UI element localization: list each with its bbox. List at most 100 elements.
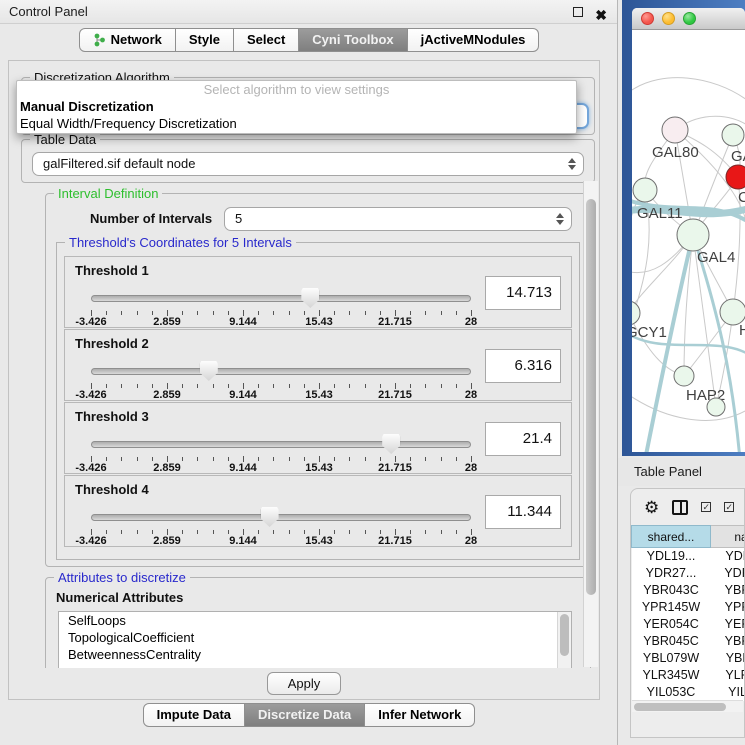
- threshold-value-field[interactable]: 21.4: [485, 422, 561, 456]
- threshold-slider[interactable]: -3.4262.8599.14415.4321.71528: [91, 287, 471, 325]
- table-cell[interactable]: YBR045C: [632, 633, 711, 650]
- table-cell[interactable]: YBR043C: [632, 582, 711, 599]
- tab-style[interactable]: Style: [176, 28, 234, 52]
- network-window[interactable]: GAL80GACGAL11GAL4GCY1HHAP2: [632, 8, 745, 452]
- table-cell[interactable]: YER054C: [632, 616, 711, 633]
- combo-stepper-icon: [556, 213, 564, 225]
- table-cell[interactable]: YLR3: [711, 667, 745, 684]
- column-header-name[interactable]: na: [711, 526, 745, 548]
- panel-scrollbar[interactable]: [583, 181, 598, 667]
- close-icon[interactable]: ✖: [595, 3, 607, 27]
- checkbox-icon[interactable]: ✓: [701, 502, 711, 512]
- table-hscrollbar[interactable]: [632, 700, 743, 712]
- slider-track[interactable]: [91, 295, 471, 302]
- network-node[interactable]: [722, 124, 744, 146]
- table-panel-titlebar: Table Panel: [618, 458, 745, 486]
- tab-select[interactable]: Select: [234, 28, 299, 52]
- threshold-slider[interactable]: -3.4262.8599.14415.4321.71528: [91, 360, 471, 398]
- window-close-icon[interactable]: [641, 12, 654, 25]
- tab-network[interactable]: Network: [79, 28, 176, 52]
- slider-track[interactable]: [91, 368, 471, 375]
- table-cell[interactable]: YBL0: [711, 650, 745, 667]
- tab-infer-network[interactable]: Infer Network: [365, 703, 475, 727]
- table-cell[interactable]: YDR27...: [632, 565, 711, 582]
- table-row[interactable]: YDR27...YDR2: [632, 565, 745, 582]
- table-cell[interactable]: YPR1: [711, 599, 745, 616]
- tab-discretize-data[interactable]: Discretize Data: [245, 703, 365, 727]
- table-row[interactable]: YDL19...YDL1: [632, 548, 745, 565]
- table-cell[interactable]: YDL1: [711, 548, 745, 565]
- panel-title: Control Panel: [9, 4, 88, 19]
- slider-thumb[interactable]: [261, 507, 279, 527]
- network-node[interactable]: [633, 178, 657, 202]
- threshold-slider[interactable]: -3.4262.8599.14415.4321.71528: [91, 433, 471, 471]
- table-cell[interactable]: YBL079W: [632, 650, 711, 667]
- network-node[interactable]: [677, 219, 709, 251]
- control-panel-titlebar: Control Panel ✖: [0, 0, 617, 24]
- threshold-slider[interactable]: -3.4262.8599.14415.4321.71528: [91, 506, 471, 544]
- table-cell[interactable]: YPR145W: [632, 599, 711, 616]
- table-cell[interactable]: YIL053C: [632, 684, 711, 701]
- attributes-group-label: Attributes to discretize: [54, 570, 190, 585]
- table-data-combobox[interactable]: galFiltered.sif default node: [32, 152, 584, 176]
- threshold-label: Threshold 4: [75, 482, 149, 497]
- table-row[interactable]: YBL079WYBL0: [632, 650, 745, 667]
- table-row[interactable]: YPR145WYPR1: [632, 599, 745, 616]
- thresholds-group-label: Threshold's Coordinates for 5 Intervals: [65, 235, 296, 250]
- table-row[interactable]: YBR045CYBR0: [632, 633, 745, 650]
- tab-cyni-toolbox[interactable]: Cyni Toolbox: [299, 28, 407, 52]
- table-cell[interactable]: YIL0: [711, 684, 745, 701]
- tab-impute-data[interactable]: Impute Data: [143, 703, 245, 727]
- slider-track[interactable]: [91, 514, 471, 521]
- slider-tick-label: -3.426: [75, 389, 106, 401]
- split-columns-icon[interactable]: [672, 500, 688, 515]
- dropdown-option-equal-width[interactable]: Equal Width/Frequency Discretization: [17, 115, 576, 132]
- numerical-attributes-list[interactable]: SelfLoopsTopologicalCoefficientBetweenne…: [58, 611, 572, 668]
- attributes-scrollbar[interactable]: [557, 612, 571, 668]
- slider-tick-label: 9.144: [229, 462, 257, 474]
- window-zoom-icon[interactable]: [683, 12, 696, 25]
- network-node[interactable]: [662, 117, 688, 143]
- table-cell[interactable]: YDR2: [711, 565, 745, 582]
- attribute-list-item[interactable]: BetweennessCentrality: [59, 646, 571, 663]
- apply-button[interactable]: Apply: [267, 672, 341, 695]
- table-row[interactable]: YIL053CYIL0: [632, 684, 745, 701]
- threshold-box: Threshold 4 -3.4262.8599.14415.4321.71528…: [64, 475, 572, 547]
- threshold-value-field[interactable]: 14.713: [485, 276, 561, 310]
- dropdown-option-manual[interactable]: Manual Discretization: [17, 98, 576, 115]
- slider-thumb[interactable]: [301, 288, 319, 308]
- window-minimize-icon[interactable]: [662, 12, 675, 25]
- slider-thumb[interactable]: [200, 361, 218, 381]
- attributes-scrollbar-thumb[interactable]: [560, 614, 569, 656]
- table-cell[interactable]: YBR0: [711, 633, 745, 650]
- table-cell[interactable]: YDL19...: [632, 548, 711, 565]
- dropdown-hint: Select algorithm to view settings: [17, 81, 576, 98]
- table-cell[interactable]: YBR0: [711, 582, 745, 599]
- network-node[interactable]: [707, 398, 725, 416]
- checkbox-icon[interactable]: ✓: [724, 502, 734, 512]
- table-cell[interactable]: YER0: [711, 616, 745, 633]
- attribute-list-item[interactable]: TopologicalCoefficient: [59, 629, 571, 646]
- threshold-value-field[interactable]: 11.344: [485, 495, 561, 529]
- table-hscrollbar-thumb[interactable]: [634, 703, 726, 711]
- network-canvas[interactable]: GAL80GACGAL11GAL4GCY1HHAP2: [632, 30, 745, 452]
- attribute-list-item[interactable]: SelfLoops: [59, 612, 571, 629]
- slider-thumb[interactable]: [382, 434, 400, 454]
- table-row[interactable]: YBR043CYBR0: [632, 582, 745, 599]
- network-node[interactable]: [632, 301, 640, 325]
- threshold-value-field[interactable]: 6.316: [485, 349, 561, 383]
- table-row[interactable]: YER054CYER0: [632, 616, 745, 633]
- slider-tick-label: 2.859: [153, 316, 181, 328]
- panel-scrollbar-thumb[interactable]: [586, 199, 596, 595]
- table-cell[interactable]: YLR345W: [632, 667, 711, 684]
- number-of-intervals-combobox[interactable]: 5: [224, 207, 572, 231]
- slider-track[interactable]: [91, 441, 471, 448]
- float-window-icon[interactable]: [573, 7, 583, 17]
- network-node[interactable]: [674, 366, 694, 386]
- table-row[interactable]: YLR345WYLR3: [632, 667, 745, 684]
- gear-icon[interactable]: ⚙: [644, 499, 659, 516]
- tab-jactivemnodules[interactable]: jActiveMNodules: [408, 28, 540, 52]
- column-header-shared-name[interactable]: shared...: [632, 526, 711, 548]
- combo-stepper-icon: [568, 158, 576, 170]
- network-node[interactable]: [726, 165, 745, 189]
